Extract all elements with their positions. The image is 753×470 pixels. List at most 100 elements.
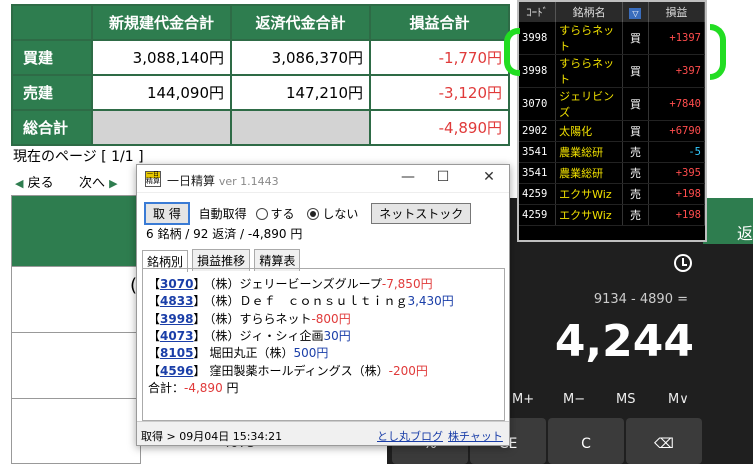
triangle-right-icon: ▶ [109,177,118,190]
stock-code: 2902 [519,120,557,142]
auto-on-radio[interactable]: する [255,207,295,221]
highlight-bracket-left [504,28,520,76]
stock-pl: +395 [648,162,706,184]
stock-code: 3998 [519,22,557,55]
stock-name: すららネット [555,22,624,55]
stock-row[interactable]: 4259 エクサWiz 売 +198 [519,183,706,205]
stock-pl: +7840 [648,87,706,121]
maximize-icon[interactable]: ☐ [429,169,457,189]
stock-side: 買 [622,120,649,142]
stock-code: 3998 [519,54,557,88]
netstock-button[interactable]: ネットストック [371,203,472,224]
stock-side: 売 [622,162,649,184]
stock-name: エクサWiz [555,183,624,205]
stock-side: 売 [622,183,649,205]
stock-row[interactable]: 4259 エクサWiz 売 +198 [519,204,706,226]
stock-entry: 【4073】 （株）ジィ・シィ企画30円 [148,328,351,343]
stock-entry-name: （株）ジェリービーンズグループ [209,277,382,291]
clear-key[interactable]: C [548,418,624,464]
stock-code-link[interactable]: 4596 [160,364,193,378]
buy-pl-total: -1,770円 [369,39,510,76]
stock-side: 売 [622,204,649,226]
mem-minus-button[interactable]: M− [563,392,585,407]
pl-summary-table: 新規建代金合計 返済代金合計 損益合計 買建 3,088,140円 3,086,… [11,4,510,146]
history-icon[interactable] [674,254,692,272]
stock-pl: +198 [648,183,706,205]
stock-entry: 【3070】 （株）ジェリービーンズグループ-7,850円 [148,277,433,291]
by-stock-panel: 【3070】 （株）ジェリービーンズグループ-7,850円【4833】 （株）Ｄｅｆ… [142,268,505,421]
stock-code: 3541 [519,162,557,184]
mem-list-button[interactable]: M∨ [668,392,689,407]
sell-new-total: 144,090円 [91,74,232,111]
back-link[interactable]: ◀ 戻る [15,172,54,191]
sell-close-total: 147,210円 [230,74,371,111]
stock-row[interactable]: 3070 ジェリビンズ買 +7840 [519,87,706,121]
stock-code: 3541 [519,141,557,163]
stock-pl: +397 [648,54,706,88]
col-sort[interactable]: ▽ [622,2,649,22]
stock-list-panel: ｺｰﾄﾞ 銘柄名 ▽ 損益 3998 すららネット買 +1397 3998 すららネット… [517,0,707,242]
header-close-total: 返済代金合計 [230,4,371,41]
title-bar[interactable]: 一日 精算 一日精算 ver 1.1443 — ☐ ✕ [137,165,509,193]
stock-name: 太陽化 [555,120,624,142]
page-indicator: 現在のページ [ 1/1 ] [13,149,144,165]
mem-store-button[interactable]: MS [616,392,635,407]
stock-code-link[interactable]: 3998 [160,312,193,326]
stock-code-link[interactable]: 8105 [160,346,193,360]
mem-plus-button[interactable]: M+ [512,392,534,407]
stock-pl: -5 [648,141,706,163]
scrollbar[interactable] [498,269,504,420]
stock-name: エクサWiz [555,204,624,226]
fetch-button[interactable]: 取 得 [144,202,190,225]
backspace-key[interactable]: ⌫ [626,418,702,464]
buy-close-total: 3,086,370円 [230,39,371,76]
stock-entry-pl: -200円 [388,363,428,378]
stock-row[interactable]: 3541 農業総研売 +395 [519,162,706,184]
stock-entry: 【3998】 （株）すららネット-800円 [148,311,351,326]
close-icon[interactable]: ✕ [475,169,503,189]
stock-side: 買 [622,22,649,55]
stock-entry-pl: 3,430円 [407,294,454,309]
toolbar: 取 得 自動取得 する しない ネットストック [144,202,472,225]
header-pl-total: 損益合計 [369,4,510,41]
minimize-icon[interactable]: — [394,169,422,189]
stock-entry: 【8105】 堀田丸正（株）500円 [148,346,329,361]
app-icon: 一日 精算 [145,171,161,187]
stock-name: 農業総研 [555,162,624,184]
triangle-left-icon: ◀ [15,177,24,190]
buy-new-total: 3,088,140円 [91,39,232,76]
stock-side: 買 [622,54,649,88]
auto-off-radio[interactable]: しない [307,207,358,221]
stock-row[interactable]: 2902 太陽化買 +6790 [519,120,706,142]
stock-code-link[interactable]: 4833 [160,294,193,308]
settlement-window: 一日 精算 一日精算 ver 1.1443 — ☐ ✕ 取 得 自動取得 する し… [136,164,510,446]
chat-link[interactable]: 株チャット [448,430,503,443]
grand-pl-total: -4,890円 [369,109,510,146]
stock-entry-name: 窪田製薬ホールディングス（株） [209,363,389,378]
stock-code: 4259 [519,204,557,226]
total-line: 合計：-4,890 円 [148,381,239,395]
status-bar: 取得 > 09月04日 15:34:21 とし丸ブログ 株チャット [137,421,509,445]
radio-off-icon [255,208,268,220]
stock-entry-name: （株）すららネット [209,311,312,326]
stock-list-body: 3998 すららネット買 +1397 3998 すららネット買 +397 3070 ジェリビン… [519,22,706,226]
stock-row[interactable]: 3998 すららネット買 +1397 [519,22,706,55]
sell-pl-total: -3,120円 [369,74,510,111]
stock-row[interactable]: 3998 すららネット買 +397 [519,54,706,88]
col-name[interactable]: 銘柄名 [555,2,624,22]
stock-row[interactable]: 3541 農業総研売 -5 [519,141,706,163]
stock-entry-name: （株）Ｄｅｆ ｃｏｎｓｕｌｔｉｎｇ [209,294,408,309]
stock-entry-pl: -800円 [311,311,351,326]
stock-entry: 【4833】 （株）Ｄｅｆ ｃｏｎｓｕｌｔｉｎｇ3,430円 [148,294,454,309]
col-pl[interactable]: 損益 [648,2,706,22]
stock-pl: +6790 [648,120,706,142]
calculator-top-strip: 返 [703,198,753,244]
blog-link[interactable]: とし丸ブログ [377,430,443,443]
stock-code-link[interactable]: 4073 [160,329,193,343]
sort-down-icon: ▽ [629,7,642,19]
col-code[interactable]: ｺｰﾄﾞ [519,2,557,22]
stock-side: 買 [622,87,649,121]
stock-code-link[interactable]: 3070 [160,277,193,291]
window-title: 一日精算 ver 1.1443 [167,174,279,188]
next-link[interactable]: 次へ ▶ [79,172,118,191]
